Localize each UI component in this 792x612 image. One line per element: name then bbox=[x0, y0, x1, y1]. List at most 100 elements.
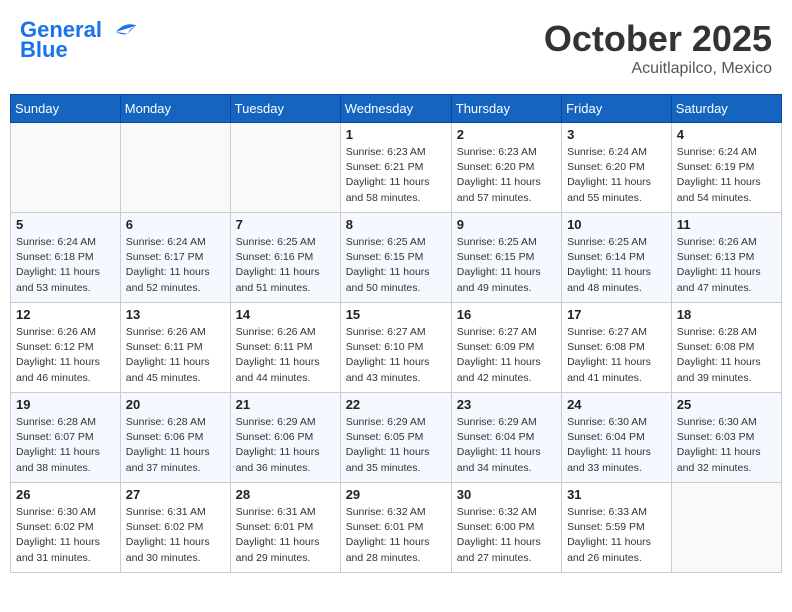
title-block: October 2025 Acuitlapilco, Mexico bbox=[544, 18, 772, 78]
day-info: Sunrise: 6:24 AM Sunset: 6:17 PM Dayligh… bbox=[126, 235, 225, 296]
day-info: Sunrise: 6:24 AM Sunset: 6:20 PM Dayligh… bbox=[567, 145, 666, 206]
calendar-cell: 29Sunrise: 6:32 AM Sunset: 6:01 PM Dayli… bbox=[340, 483, 451, 573]
day-info: Sunrise: 6:25 AM Sunset: 6:14 PM Dayligh… bbox=[567, 235, 666, 296]
day-number: 25 bbox=[677, 397, 776, 412]
calendar-cell: 2 Sunrise: 6:23 AM Sunset: 6:20 PM Daylig… bbox=[451, 123, 561, 213]
day-info: Sunrise: 6:29 AM Sunset: 6:05 PM Dayligh… bbox=[346, 415, 446, 476]
calendar-cell: 5 Sunrise: 6:24 AM Sunset: 6:18 PM Daylig… bbox=[11, 213, 121, 303]
calendar-week-row: 19 Sunrise: 6:28 AM Sunset: 6:07 PM Dayli… bbox=[11, 393, 782, 483]
day-info: Sunrise: 6:27 AM Sunset: 6:09 PM Dayligh… bbox=[457, 325, 556, 386]
day-number: 5 bbox=[16, 217, 115, 232]
logo: General Blue bbox=[20, 18, 140, 62]
calendar-cell: 13 Sunrise: 6:26 AM Sunset: 6:11 PM Dayli… bbox=[120, 303, 230, 393]
day-info: Sunrise: 6:28 AM Sunset: 6:08 PM Dayligh… bbox=[677, 325, 776, 386]
day-number: 13 bbox=[126, 307, 225, 322]
calendar-cell: 31 Sunrise: 6:33 AM Sunset: 5:59 PM Dayli… bbox=[562, 483, 672, 573]
weekday-header-monday: Monday bbox=[120, 95, 230, 123]
day-info: Sunrise: 6:25 AM Sunset: 6:16 PM Dayligh… bbox=[236, 235, 335, 296]
calendar-cell: 8Sunrise: 6:25 AM Sunset: 6:15 PM Daylig… bbox=[340, 213, 451, 303]
day-number: 22 bbox=[346, 397, 446, 412]
day-number: 31 bbox=[567, 487, 666, 502]
calendar-week-row: 1Sunrise: 6:23 AM Sunset: 6:21 PM Daylig… bbox=[11, 123, 782, 213]
calendar-cell: 9Sunrise: 6:25 AM Sunset: 6:15 PM Daylig… bbox=[451, 213, 561, 303]
day-info: Sunrise: 6:26 AM Sunset: 6:11 PM Dayligh… bbox=[126, 325, 225, 386]
day-number: 12 bbox=[16, 307, 115, 322]
day-info: Sunrise: 6:25 AM Sunset: 6:15 PM Dayligh… bbox=[457, 235, 556, 296]
day-info: Sunrise: 6:29 AM Sunset: 6:06 PM Dayligh… bbox=[236, 415, 335, 476]
day-info: Sunrise: 6:24 AM Sunset: 6:19 PM Dayligh… bbox=[677, 145, 776, 206]
day-info: Sunrise: 6:30 AM Sunset: 6:02 PM Dayligh… bbox=[16, 505, 115, 566]
day-number: 17 bbox=[567, 307, 666, 322]
calendar-table: SundayMondayTuesdayWednesdayThursdayFrid… bbox=[10, 94, 782, 573]
day-number: 29 bbox=[346, 487, 446, 502]
day-info: Sunrise: 6:31 AM Sunset: 6:02 PM Dayligh… bbox=[126, 505, 225, 566]
calendar-cell: 15Sunrise: 6:27 AM Sunset: 6:10 PM Dayli… bbox=[340, 303, 451, 393]
calendar-cell: 12 Sunrise: 6:26 AM Sunset: 6:12 PM Dayli… bbox=[11, 303, 121, 393]
calendar-cell: 25Sunrise: 6:30 AM Sunset: 6:03 PM Dayli… bbox=[671, 393, 781, 483]
day-info: Sunrise: 6:32 AM Sunset: 6:00 PM Dayligh… bbox=[457, 505, 556, 566]
day-number: 1 bbox=[346, 127, 446, 142]
day-info: Sunrise: 6:26 AM Sunset: 6:12 PM Dayligh… bbox=[16, 325, 115, 386]
calendar-cell: 3 Sunrise: 6:24 AM Sunset: 6:20 PM Daylig… bbox=[562, 123, 672, 213]
day-number: 4 bbox=[677, 127, 776, 142]
day-info: Sunrise: 6:33 AM Sunset: 5:59 PM Dayligh… bbox=[567, 505, 666, 566]
day-number: 19 bbox=[16, 397, 115, 412]
calendar-cell bbox=[230, 123, 340, 213]
day-number: 20 bbox=[126, 397, 225, 412]
calendar-cell: 14 Sunrise: 6:26 AM Sunset: 6:11 PM Dayli… bbox=[230, 303, 340, 393]
calendar-cell: 1Sunrise: 6:23 AM Sunset: 6:21 PM Daylig… bbox=[340, 123, 451, 213]
calendar-cell: 24Sunrise: 6:30 AM Sunset: 6:04 PM Dayli… bbox=[562, 393, 672, 483]
day-number: 27 bbox=[126, 487, 225, 502]
month-title: October 2025 bbox=[544, 18, 772, 60]
day-info: Sunrise: 6:28 AM Sunset: 6:06 PM Dayligh… bbox=[126, 415, 225, 476]
calendar-cell bbox=[671, 483, 781, 573]
day-number: 7 bbox=[236, 217, 335, 232]
day-number: 8 bbox=[346, 217, 446, 232]
calendar-cell: 26Sunrise: 6:30 AM Sunset: 6:02 PM Dayli… bbox=[11, 483, 121, 573]
day-number: 28 bbox=[236, 487, 335, 502]
calendar-cell: 22 Sunrise: 6:29 AM Sunset: 6:05 PM Dayli… bbox=[340, 393, 451, 483]
calendar-week-row: 12 Sunrise: 6:26 AM Sunset: 6:12 PM Dayli… bbox=[11, 303, 782, 393]
calendar-cell: 28Sunrise: 6:31 AM Sunset: 6:01 PM Dayli… bbox=[230, 483, 340, 573]
day-number: 2 bbox=[457, 127, 556, 142]
day-info: Sunrise: 6:23 AM Sunset: 6:20 PM Dayligh… bbox=[457, 145, 556, 206]
day-info: Sunrise: 6:27 AM Sunset: 6:10 PM Dayligh… bbox=[346, 325, 446, 386]
logo-bird-icon bbox=[110, 21, 140, 41]
page-header: General Blue October 2025 Acuitlapilco, … bbox=[10, 10, 782, 86]
weekday-header-friday: Friday bbox=[562, 95, 672, 123]
day-info: Sunrise: 6:24 AM Sunset: 6:18 PM Dayligh… bbox=[16, 235, 115, 296]
calendar-cell: 30Sunrise: 6:32 AM Sunset: 6:00 PM Dayli… bbox=[451, 483, 561, 573]
day-info: Sunrise: 6:26 AM Sunset: 6:11 PM Dayligh… bbox=[236, 325, 335, 386]
calendar-cell: 10 Sunrise: 6:25 AM Sunset: 6:14 PM Dayli… bbox=[562, 213, 672, 303]
calendar-cell: 16 Sunrise: 6:27 AM Sunset: 6:09 PM Dayli… bbox=[451, 303, 561, 393]
calendar-week-row: 5 Sunrise: 6:24 AM Sunset: 6:18 PM Daylig… bbox=[11, 213, 782, 303]
day-number: 11 bbox=[677, 217, 776, 232]
day-number: 14 bbox=[236, 307, 335, 322]
calendar-cell: 17 Sunrise: 6:27 AM Sunset: 6:08 PM Dayli… bbox=[562, 303, 672, 393]
calendar-cell: 19 Sunrise: 6:28 AM Sunset: 6:07 PM Dayli… bbox=[11, 393, 121, 483]
calendar-cell: 7 Sunrise: 6:25 AM Sunset: 6:16 PM Daylig… bbox=[230, 213, 340, 303]
day-info: Sunrise: 6:30 AM Sunset: 6:04 PM Dayligh… bbox=[567, 415, 666, 476]
calendar-cell bbox=[11, 123, 121, 213]
weekday-header-sunday: Sunday bbox=[11, 95, 121, 123]
day-number: 21 bbox=[236, 397, 335, 412]
weekday-header-wednesday: Wednesday bbox=[340, 95, 451, 123]
calendar-cell bbox=[120, 123, 230, 213]
day-info: Sunrise: 6:26 AM Sunset: 6:13 PM Dayligh… bbox=[677, 235, 776, 296]
calendar-cell: 6Sunrise: 6:24 AM Sunset: 6:17 PM Daylig… bbox=[120, 213, 230, 303]
calendar-cell: 18 Sunrise: 6:28 AM Sunset: 6:08 PM Dayli… bbox=[671, 303, 781, 393]
calendar-week-row: 26Sunrise: 6:30 AM Sunset: 6:02 PM Dayli… bbox=[11, 483, 782, 573]
day-number: 18 bbox=[677, 307, 776, 322]
calendar-cell: 20 Sunrise: 6:28 AM Sunset: 6:06 PM Dayli… bbox=[120, 393, 230, 483]
day-number: 23 bbox=[457, 397, 556, 412]
weekday-header-saturday: Saturday bbox=[671, 95, 781, 123]
calendar-cell: 23 Sunrise: 6:29 AM Sunset: 6:04 PM Dayli… bbox=[451, 393, 561, 483]
day-number: 16 bbox=[457, 307, 556, 322]
weekday-header-tuesday: Tuesday bbox=[230, 95, 340, 123]
day-info: Sunrise: 6:28 AM Sunset: 6:07 PM Dayligh… bbox=[16, 415, 115, 476]
calendar-cell: 11 Sunrise: 6:26 AM Sunset: 6:13 PM Dayli… bbox=[671, 213, 781, 303]
day-number: 10 bbox=[567, 217, 666, 232]
day-info: Sunrise: 6:27 AM Sunset: 6:08 PM Dayligh… bbox=[567, 325, 666, 386]
day-number: 3 bbox=[567, 127, 666, 142]
day-info: Sunrise: 6:29 AM Sunset: 6:04 PM Dayligh… bbox=[457, 415, 556, 476]
